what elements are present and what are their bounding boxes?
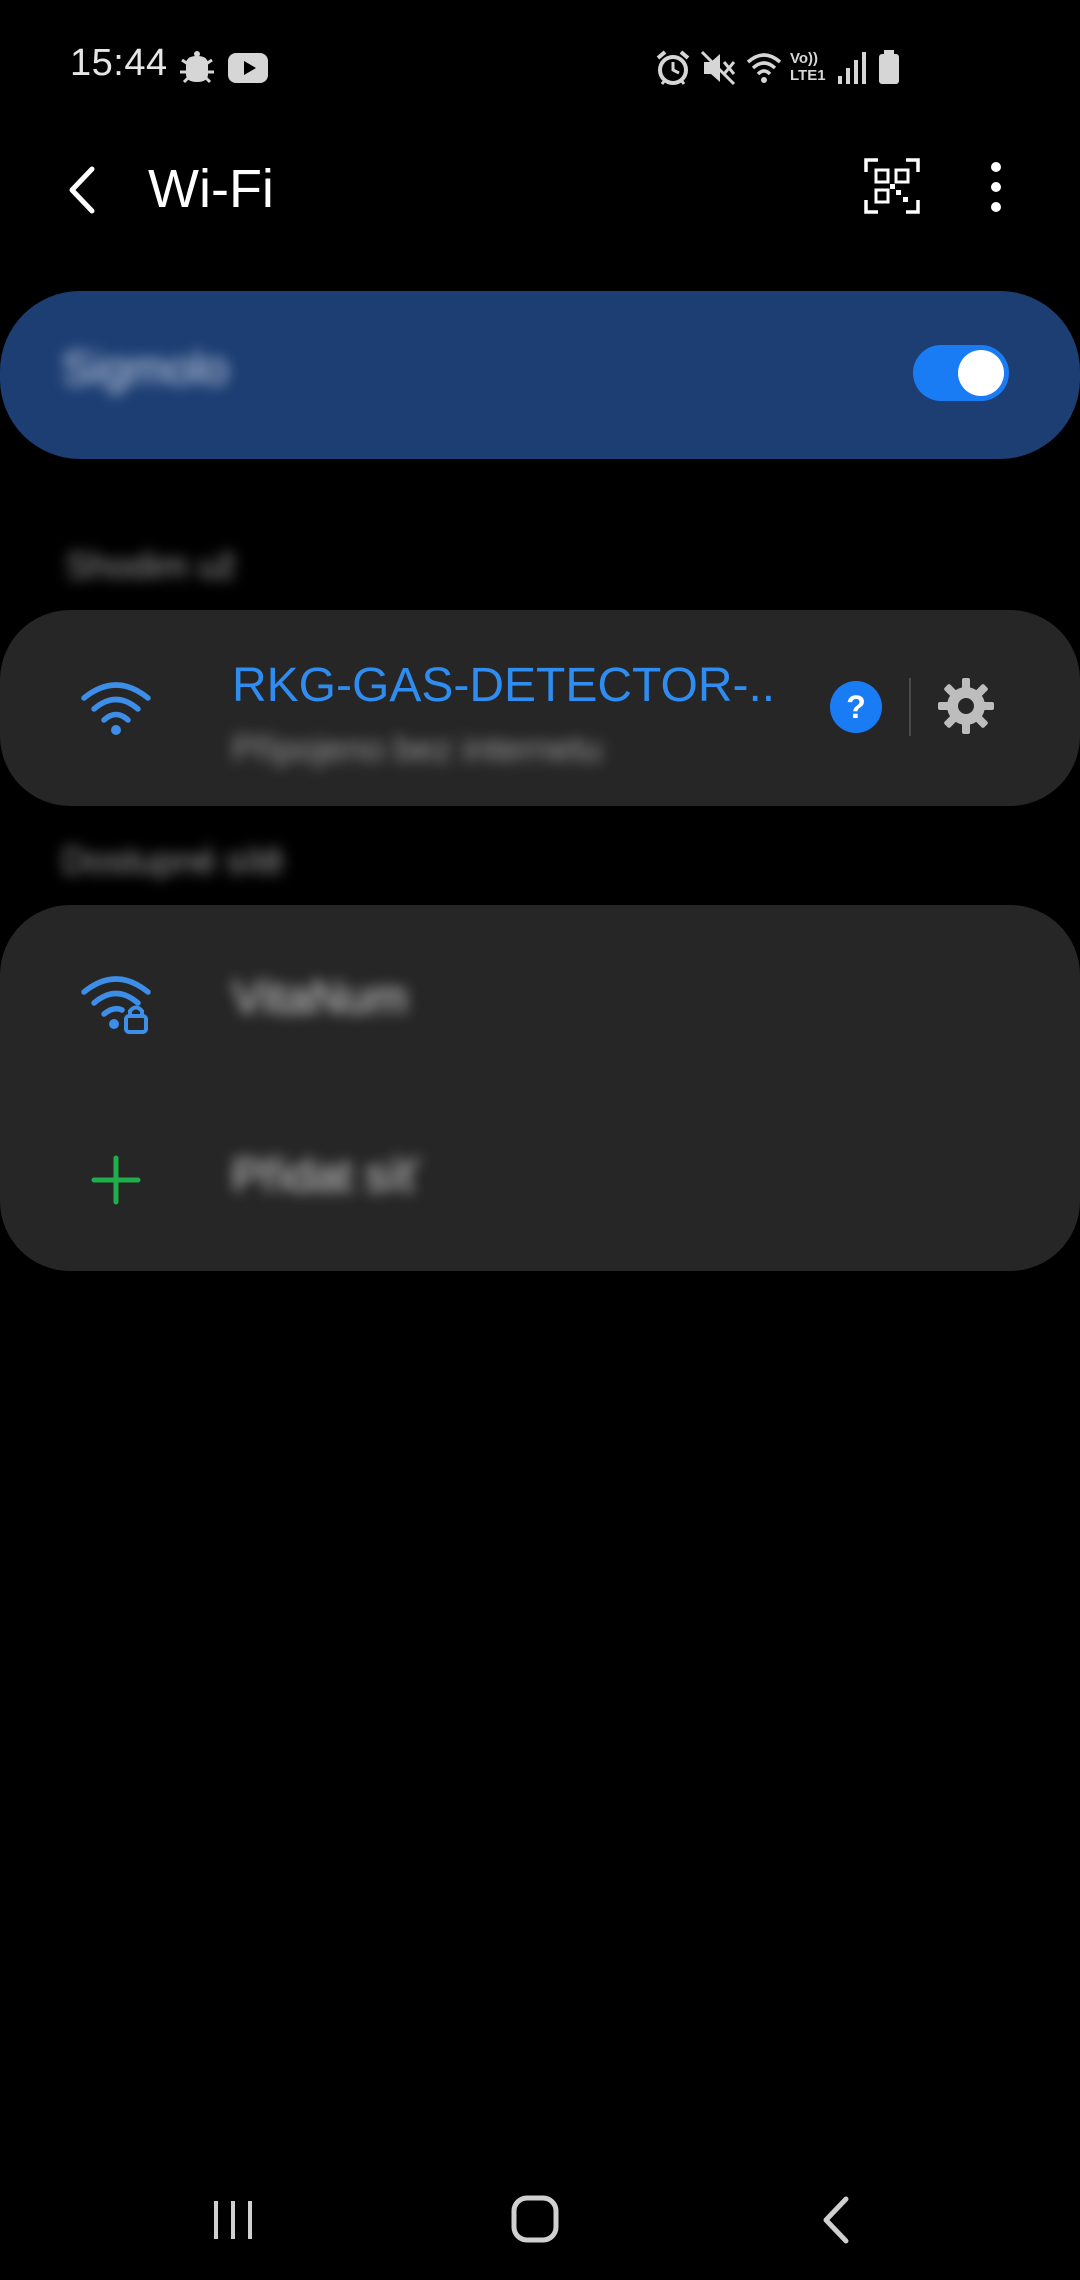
bug-icon [180,51,214,84]
alarm-icon [656,50,690,85]
qr-code-icon[interactable] [862,156,922,216]
toggle-knob [958,350,1004,396]
wifi-settings-screen: 15:44 Vo)) LTE1 Wi-Fi Sigmolo Shodim už … [0,0,1080,2280]
svg-text:?: ? [846,689,866,725]
list-item[interactable]: VitaNum [0,908,1080,1088]
home-icon[interactable] [491,2185,581,2255]
status-bar: 15:44 Vo)) LTE1 [0,0,1080,130]
master-switch-label: Sigmolo [62,342,229,394]
connected-network-status: Připojeno bez internetu [232,728,603,769]
more-vertical-icon[interactable] [966,152,1026,222]
page-title: Wi-Fi [148,159,274,219]
recents-icon[interactable] [188,2185,278,2255]
lte-label: LTE1 [790,67,826,84]
back-arrow-icon[interactable] [50,155,120,225]
available-networks-header: Dostupné sítě [62,840,285,881]
youtube-icon [228,53,268,83]
current-network-header: Shodim už [66,545,237,586]
plus-icon [91,1155,141,1205]
app-bar: Wi-Fi [0,130,1080,250]
wifi-icon [81,682,151,735]
wifi-toggle[interactable] [913,345,1009,401]
navigation-bar [0,2150,1080,2280]
help-icon[interactable]: ? [829,680,883,734]
battery-icon [879,50,899,84]
status-time: 15:44 [70,42,168,84]
gear-icon[interactable] [936,676,996,736]
add-network-label: Přidat síť [232,1149,418,1201]
add-network-row[interactable]: Přidat síť [0,1085,1080,1265]
available-networks-card: VitaNum Přidat síť [0,905,1080,1271]
back-icon[interactable] [792,2185,882,2255]
network-name: VitaNum [232,971,408,1023]
signal-icon [838,52,866,84]
divider [909,678,911,736]
wifi-icon [746,53,782,83]
volte-icon: Vo)) LTE1 [790,50,830,90]
wifi-lock-icon [81,976,151,1034]
connected-network-name: RKG-GAS-DETECTOR-.. [232,659,776,712]
current-network-card[interactable]: RKG-GAS-DETECTOR-.. Připojeno bez intern… [0,610,1080,806]
mute-icon [700,50,736,86]
volte-label: Vo)) [790,50,819,67]
wifi-master-switch-card[interactable]: Sigmolo [0,291,1080,459]
